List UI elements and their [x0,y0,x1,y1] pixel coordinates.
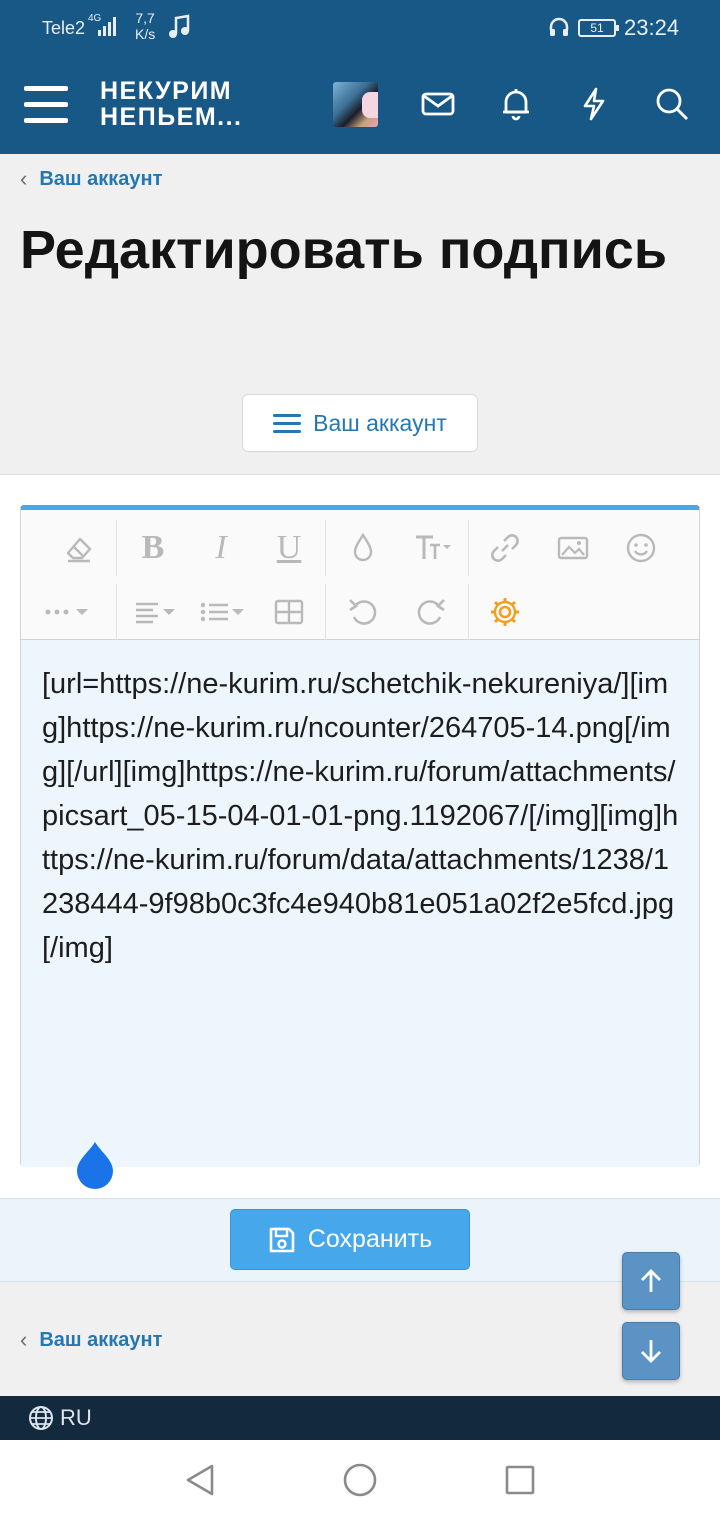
page-title: Редактировать подпись [20,220,668,280]
menu-icon[interactable] [24,86,68,124]
site-header: НЕКУРИМ НЕПЬЕМ... [0,56,720,154]
arrow-down-icon [641,1340,661,1363]
home-icon[interactable] [340,1460,380,1500]
eraser-icon[interactable] [51,520,107,576]
scroll-up-button[interactable] [622,1252,680,1310]
account-menu-label: Ваш аккаунт [313,409,447,436]
mail-icon[interactable] [420,86,456,122]
italic-button[interactable]: I [193,520,249,576]
logo-line-1: НЕКУРИМ [100,77,233,105]
signature-editor: B I U [url=https://ne-kurim.ru/schetchik… [20,505,700,1167]
footer-breadcrumb[interactable]: ‹ Ваш аккаунт [20,1325,162,1355]
network-speed: 7,7 K/s [135,10,155,42]
hamburger-icon [273,409,302,438]
undo-icon[interactable] [335,584,391,640]
search-icon[interactable] [654,86,690,122]
bell-icon[interactable] [498,86,534,122]
link-icon[interactable] [477,520,533,576]
more-icon[interactable] [31,584,103,640]
site-logo[interactable]: НЕКУРИМ НЕПЬЕМ... [100,78,243,130]
save-button[interactable]: Сохранить [230,1209,470,1270]
redo-icon[interactable] [403,584,459,640]
table-icon[interactable] [261,584,317,640]
globe-icon [29,1406,53,1430]
chevron-left-icon: ‹ [20,166,28,191]
save-label: Сохранить [307,1225,433,1253]
speed-unit: K/s [135,26,156,42]
align-icon[interactable] [125,584,185,640]
speed-value: 7,7 [135,10,155,26]
scroll-down-button[interactable] [622,1322,680,1380]
avatar[interactable] [333,82,378,127]
smile-icon[interactable] [613,520,669,576]
language-selector[interactable]: RU [60,1405,92,1431]
logo-line-2: НЕПЬЕМ... [100,103,243,131]
underline-button[interactable]: U [261,520,317,576]
breadcrumb-link[interactable]: Ваш аккаунт [39,168,162,191]
recents-icon[interactable] [500,1460,540,1500]
text-cursor-handle[interactable] [75,1140,115,1190]
system-nav-bar [0,1440,720,1520]
settings-icon[interactable] [477,584,533,640]
signal-icon [98,16,116,36]
breadcrumb[interactable]: ‹ Ваш аккаунт [20,164,162,194]
battery-icon: 51 [578,19,619,37]
editor-toolbar: B I U [21,510,699,640]
account-menu-button[interactable]: Ваш аккаунт [242,394,478,452]
footer-breadcrumb-link[interactable]: Ваш аккаунт [39,1329,162,1352]
image-icon[interactable] [545,520,601,576]
headphones-icon [548,16,570,43]
form-submit-row: Сохранить [0,1198,720,1282]
back-icon[interactable] [180,1460,220,1500]
arrow-up-icon [641,1269,661,1292]
carrier-name: Tele2 [42,18,86,38]
lightning-icon[interactable] [576,86,612,122]
bold-button[interactable]: B [125,520,181,576]
list-icon[interactable] [191,584,253,640]
chevron-left-icon: ‹ [20,1327,28,1352]
clock: 23:24 [624,15,680,40]
save-icon [269,1227,295,1252]
color-drop-icon[interactable] [335,520,391,576]
font-size-icon[interactable] [403,520,463,576]
site-footer: RU [0,1396,720,1440]
music-icon [168,14,190,45]
signature-textarea[interactable]: [url=https://ne-kurim.ru/schetchik-nekur… [21,640,699,1167]
status-bar: Tele2 4G 7,7 K/s 51 23:24 [0,0,720,56]
